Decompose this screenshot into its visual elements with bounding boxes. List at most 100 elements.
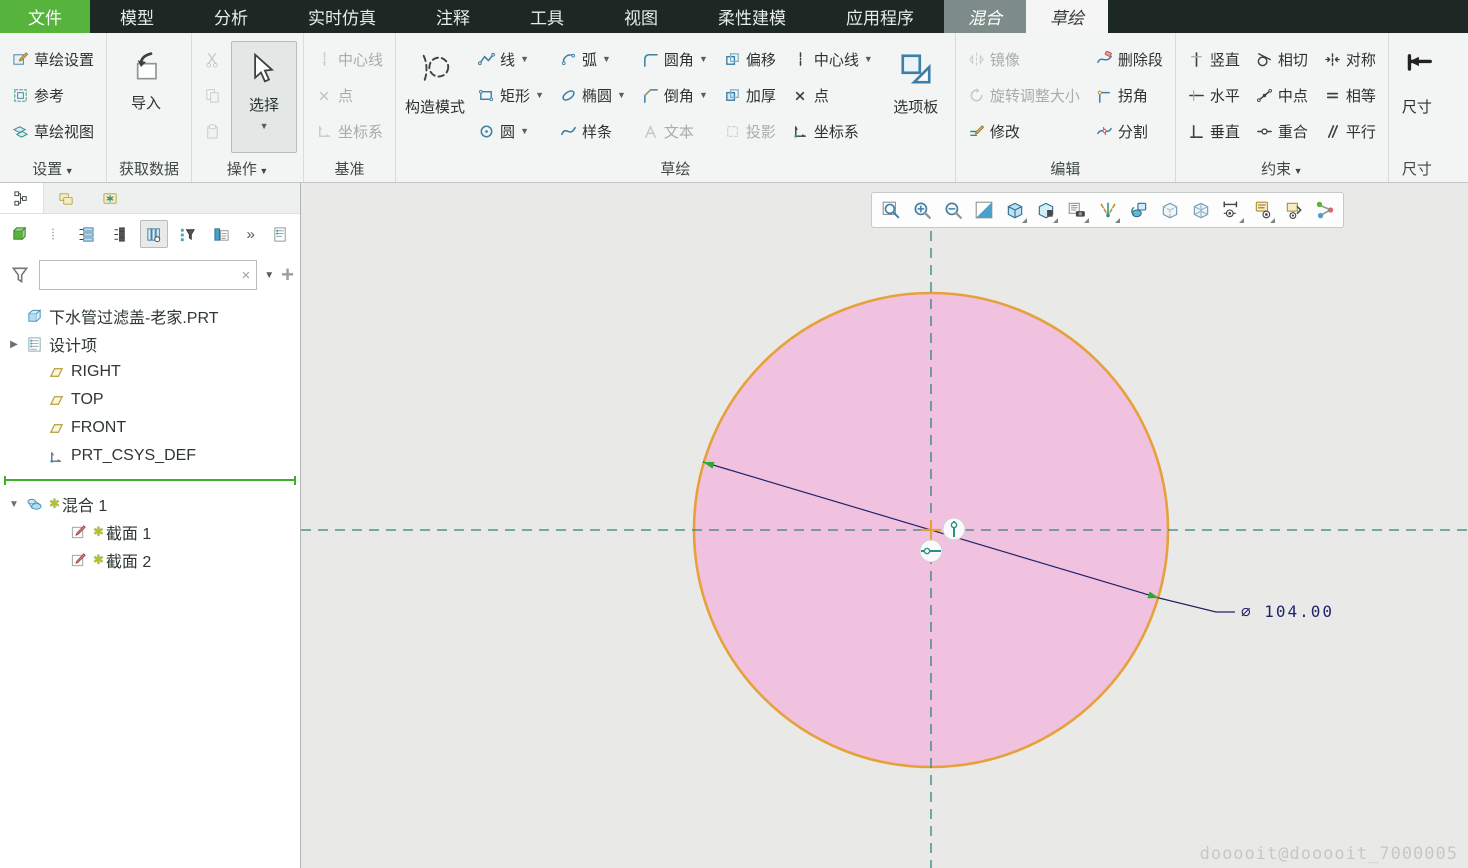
transparent-view-button[interactable] <box>1186 196 1215 225</box>
saved-orientations-button[interactable] <box>1062 196 1091 225</box>
tree-node-plane-top[interactable]: TOP <box>0 386 300 414</box>
collapse-items-button[interactable] <box>107 220 135 248</box>
line-button[interactable]: 线 ▼ <box>472 41 550 77</box>
delete-segment-button[interactable]: 删除段 <box>1090 41 1169 77</box>
dropdown-arrow-icon[interactable]: ▼ <box>535 90 544 100</box>
add-filter-button[interactable]: + <box>281 262 294 288</box>
zoom-out-button[interactable] <box>938 196 967 225</box>
expand-items-button[interactable] <box>73 220 101 248</box>
dropdown-arrow-icon[interactable]: ▼ <box>699 90 708 100</box>
dropdown-arrow-icon[interactable]: ▼ <box>602 54 611 64</box>
corner-button[interactable]: 拐角 <box>1090 77 1169 113</box>
sketch-view-button[interactable]: 草绘视图 <box>6 113 100 149</box>
tree-node-blend-feature[interactable]: ▼ ✱ 混合 1 <box>0 490 300 518</box>
settings-file-button[interactable] <box>267 220 295 248</box>
group-dropdown-arrow-icon[interactable]: ▼ <box>62 166 74 176</box>
tree-node-plane-front[interactable]: FRONT <box>0 414 300 442</box>
references-button[interactable]: 参考 <box>6 77 100 113</box>
tree-node-section-1[interactable]: ✱ 截面 1 <box>0 518 300 546</box>
menu-tab-live-simulation[interactable]: 实时仿真 <box>278 0 406 33</box>
group-label-setup[interactable]: 设置 ▼ <box>4 158 102 182</box>
csys-button[interactable]: 坐标系 <box>786 113 879 149</box>
circle-button[interactable]: 圆 ▼ <box>472 113 550 149</box>
tree-node-design-items-node[interactable]: ▶ 设计项 <box>0 330 300 358</box>
menu-tab-analysis[interactable]: 分析 <box>184 0 278 33</box>
midpoint-constraint-button[interactable]: 中点 <box>1250 77 1314 113</box>
thicken-button[interactable]: 加厚 <box>718 77 782 113</box>
menu-tab-flexible-modeling[interactable]: 柔性建模 <box>688 0 816 33</box>
tree-search-field[interactable]: × <box>39 260 258 290</box>
filter-dropdown-arrow[interactable]: ▼ <box>262 268 276 283</box>
tangent-constraint-button[interactable]: 相切 <box>1250 41 1314 77</box>
dimension-display-button[interactable] <box>1217 196 1246 225</box>
panel-tab-folder-browser[interactable] <box>44 183 88 213</box>
insertion-marker[interactable] <box>0 470 300 490</box>
menu-tab-file[interactable]: 文件 <box>0 0 90 33</box>
hidden-line-view-button[interactable] <box>1155 196 1184 225</box>
spin-center-button[interactable] <box>1310 196 1339 225</box>
search-input[interactable] <box>46 267 242 283</box>
vertical-constraint-button[interactable]: 竖直 <box>1182 41 1246 77</box>
divide-button[interactable]: 分割 <box>1090 113 1169 149</box>
offset-button[interactable]: 偏移 <box>718 41 782 77</box>
arc-button[interactable]: 弧 ▼ <box>554 41 632 77</box>
reorient-view-button[interactable] <box>1124 196 1153 225</box>
layer-display-button[interactable] <box>1279 196 1308 225</box>
perpendicular-constraint-button[interactable]: 垂直 <box>1182 113 1246 149</box>
fillet-button[interactable]: 圆角 ▼ <box>636 41 714 77</box>
modify-button[interactable]: 修改 <box>962 113 1086 149</box>
graphics-canvas[interactable]: ⌀ 104.00 dooooit@dooooit_7000005 <box>301 183 1468 868</box>
display-style-button[interactable] <box>1000 196 1029 225</box>
palette-button[interactable]: 选项板 <box>883 41 949 153</box>
dimension-button[interactable]: 尺寸 <box>1395 41 1439 153</box>
expander-expanded-icon[interactable]: ▼ <box>8 499 20 510</box>
dropdown-arrow-icon[interactable]: ▼ <box>699 54 708 64</box>
import-button[interactable]: 导入 <box>113 41 179 153</box>
group-dropdown-arrow-icon[interactable]: ▼ <box>257 166 268 176</box>
coincident-constraint-badge[interactable] <box>919 539 943 563</box>
menu-tab-blend[interactable]: 混合 <box>944 0 1026 33</box>
parallel-constraint-button[interactable]: 平行 <box>1318 113 1382 149</box>
refit-button[interactable] <box>969 196 998 225</box>
tree-node-part-node[interactable]: 下水管过滤盖-老家.PRT <box>0 302 300 330</box>
equal-constraint-button[interactable]: 相等 <box>1318 77 1382 113</box>
menu-tab-tools[interactable]: 工具 <box>500 0 594 33</box>
group-label-operations[interactable]: 操作 ▼ <box>196 158 299 182</box>
panel-tab-model-tree[interactable] <box>0 183 44 213</box>
point-button[interactable]: 点 <box>786 77 879 113</box>
dropdown-arrow-icon[interactable]: ▼ <box>260 121 269 131</box>
menu-tab-view[interactable]: 视图 <box>594 0 688 33</box>
centerline-button[interactable]: 中心线 ▼ <box>786 41 879 77</box>
construction-mode-button[interactable]: 构造模式 <box>402 41 468 153</box>
menu-tab-sketch[interactable]: 草绘 <box>1026 0 1108 33</box>
dimension-value[interactable]: ⌀ 104.00 <box>1241 602 1334 621</box>
menu-tab-annotate[interactable]: 注释 <box>406 0 500 33</box>
symmetric-constraint-button[interactable]: 对称 <box>1318 41 1382 77</box>
menu-tab-applications[interactable]: 应用程序 <box>816 0 944 33</box>
coincident-constraint-button[interactable]: 重合 <box>1250 113 1314 149</box>
tree-copy-button[interactable] <box>207 220 235 248</box>
dropdown-arrow-icon[interactable]: ▼ <box>617 90 626 100</box>
menu-tab-model[interactable]: 模型 <box>90 0 184 33</box>
horizontal-constraint-button[interactable]: 水平 <box>1182 77 1246 113</box>
zoom-region-button[interactable] <box>876 196 905 225</box>
select-button[interactable]: 选择 ▼ <box>231 41 298 153</box>
panel-tab-favorites[interactable] <box>88 183 132 213</box>
dropdown-arrow-icon[interactable]: ▼ <box>520 54 529 64</box>
spline-button[interactable]: 样条 <box>554 113 632 149</box>
group-label-constrain[interactable]: 约束 ▼ <box>1180 158 1384 182</box>
ellipse-button[interactable]: 椭圆 ▼ <box>554 77 632 113</box>
expander-collapsed-icon[interactable]: ▶ <box>8 339 20 350</box>
vertical-constraint-badge[interactable] <box>942 517 966 541</box>
zoom-in-button[interactable] <box>907 196 936 225</box>
chamfer-button[interactable]: 倒角 ▼ <box>636 77 714 113</box>
tree-node-csys-node[interactable]: PRT_CSYS_DEF <box>0 442 300 470</box>
datum-display-button[interactable] <box>1093 196 1122 225</box>
sketch-setup-button[interactable]: 草绘设置 <box>6 41 100 77</box>
display-cube-button[interactable] <box>6 220 34 248</box>
dropdown-arrow-icon[interactable]: ▼ <box>520 126 529 136</box>
section-view-button[interactable] <box>1031 196 1060 225</box>
clear-search-icon[interactable]: × <box>241 267 250 284</box>
tree-filter-button[interactable] <box>174 220 202 248</box>
rectangle-button[interactable]: 矩形 ▼ <box>472 77 550 113</box>
